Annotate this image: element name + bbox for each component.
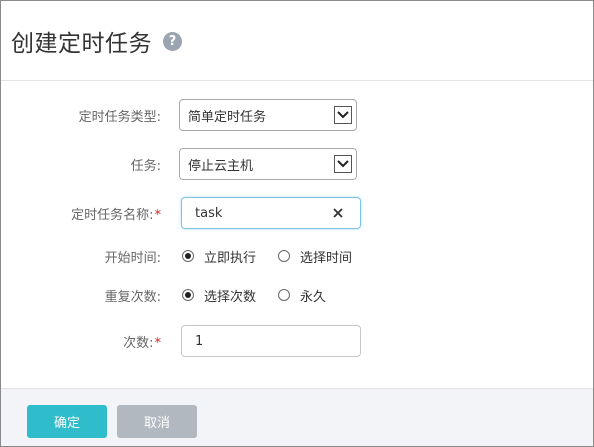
task-form: 定时任务类型: 简单定时任务 任务: 停止云主机 定时任务名称:* task 开…	[1, 82, 593, 387]
dialog-header: 创建定时任务 ?	[1, 1, 593, 81]
radio-label: 选择时间	[300, 250, 353, 266]
required-mark: *	[154, 335, 162, 351]
count-row: 次数:* 1	[1, 324, 593, 358]
count-input[interactable]: 1	[181, 325, 361, 357]
task-row: 任务: 停止云主机	[1, 147, 593, 181]
start-time-row: 开始时间: 立即执行 选择时间	[1, 245, 593, 267]
task-type-label: 定时任务类型:	[78, 109, 161, 125]
create-scheduled-task-dialog: 创建定时任务 ? 定时任务类型: 简单定时任务 任务: 停止云主机 定时任务名称…	[0, 0, 594, 447]
task-type-select[interactable]: 简单定时任务	[179, 99, 357, 131]
repeat-count-radio-group: 选择次数 永久	[182, 286, 348, 305]
start-time-radio-group: 立即执行 选择时间	[182, 247, 374, 266]
task-select[interactable]: 停止云主机	[179, 148, 357, 180]
task-name-row: 定时任务名称:* task	[1, 196, 593, 230]
start-time-immediate-radio[interactable]: 立即执行	[182, 247, 256, 266]
radio-unchecked-icon[interactable]	[278, 250, 291, 262]
repeat-select-count-radio[interactable]: 选择次数	[182, 286, 256, 305]
task-name-input[interactable]: task	[181, 197, 361, 229]
start-time-select-radio[interactable]: 选择时间	[278, 247, 352, 266]
task-label: 任务:	[130, 158, 161, 174]
chevron-down-icon[interactable]	[334, 106, 352, 124]
radio-label: 立即执行	[204, 250, 257, 266]
radio-label: 选择次数	[204, 289, 257, 305]
repeat-count-row: 重复次数: 选择次数 永久	[1, 284, 593, 306]
radio-checked-icon[interactable]	[182, 250, 194, 262]
task-type-row: 定时任务类型: 简单定时任务	[1, 98, 593, 132]
count-value: 1	[195, 333, 204, 349]
start-time-label: 开始时间:	[104, 250, 161, 266]
task-type-value: 简单定时任务	[188, 109, 267, 125]
radio-unchecked-icon[interactable]	[278, 289, 291, 301]
radio-label: 永久	[300, 289, 327, 305]
task-name-value: task	[195, 205, 223, 221]
task-name-label: 定时任务名称:*	[71, 207, 162, 223]
radio-checked-icon[interactable]	[182, 289, 194, 301]
clear-icon[interactable]	[330, 205, 346, 221]
repeat-count-label: 重复次数:	[104, 289, 161, 305]
dialog-title: 创建定时任务	[11, 30, 152, 57]
count-label: 次数:*	[123, 335, 162, 351]
required-mark: *	[154, 207, 162, 223]
task-value: 停止云主机	[188, 158, 254, 174]
confirm-button[interactable]: 确定	[27, 405, 107, 438]
dialog-footer: 确定 取消	[1, 388, 593, 446]
question-icon[interactable]: ?	[163, 32, 182, 51]
chevron-down-icon[interactable]	[334, 155, 352, 173]
repeat-forever-radio[interactable]: 永久	[278, 286, 326, 305]
cancel-button[interactable]: 取消	[117, 405, 197, 438]
